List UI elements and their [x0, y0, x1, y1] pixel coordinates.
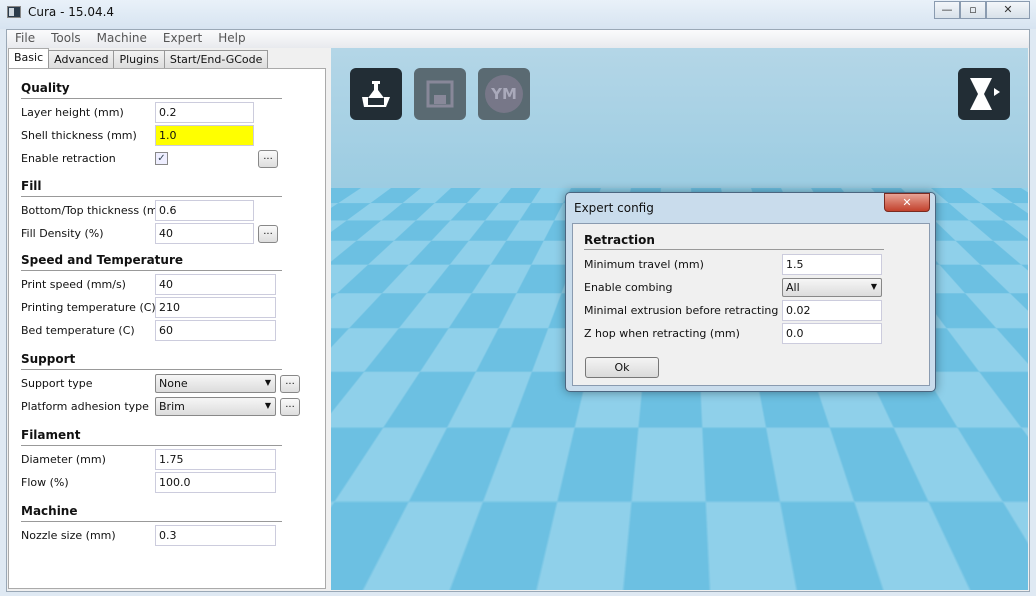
support-type-select[interactable]: None: [155, 374, 276, 393]
print-speed-mm-s-input[interactable]: 40: [155, 274, 276, 295]
layer-height-mm-label: Layer height (mm): [21, 106, 124, 119]
platform-adhesion-type-label: Platform adhesion type: [21, 400, 149, 413]
youmagine-icon: YM: [485, 75, 523, 113]
minimize-button[interactable]: —: [934, 1, 960, 19]
section-heading-fill: Fill: [21, 179, 42, 193]
tab-plugins[interactable]: Plugins: [113, 50, 165, 68]
dialog-body: Retraction Ok Minimum travel (mm) 1.5 Enab…: [572, 223, 930, 386]
load-model-button[interactable]: [350, 68, 402, 120]
diameter-mm-label: Diameter (mm): [21, 453, 106, 466]
youmagine-button[interactable]: YM: [478, 68, 530, 120]
print-speed-mm-s-label: Print speed (mm/s): [21, 278, 126, 291]
fill-density-more-button[interactable]: ...: [258, 225, 278, 243]
section-heading-support: Support: [21, 352, 76, 366]
enable-combing-label: Enable combing: [584, 281, 673, 294]
flow-input[interactable]: 100.0: [155, 472, 276, 493]
settings-tabs: Basic Advanced Plugins Start/End-GCode: [8, 48, 269, 68]
printing-temperature-c-label: Printing temperature (C): [21, 301, 156, 314]
tab-advanced[interactable]: Advanced: [48, 50, 115, 68]
menu-machine[interactable]: Machine: [89, 30, 155, 48]
enable-retraction-label: Enable retraction: [21, 152, 116, 165]
load-icon: [362, 81, 390, 107]
diameter-mm-input[interactable]: 1.75: [155, 449, 276, 470]
dialog-title: Expert config: [574, 201, 654, 215]
divider: [584, 249, 884, 250]
section-heading-quality: Quality: [21, 81, 70, 95]
ok-button[interactable]: Ok: [585, 357, 659, 378]
menu-help[interactable]: Help: [210, 30, 253, 48]
flow-label: Flow (%): [21, 476, 69, 489]
enable-retraction-checkbox[interactable]: ✓: [155, 152, 168, 165]
bed-temperature-c-label: Bed temperature (C): [21, 324, 135, 337]
section-divider: [21, 270, 282, 271]
save-gcode-button[interactable]: [414, 68, 466, 120]
section-divider: [21, 98, 282, 99]
dialog-close-button[interactable]: ✕: [884, 193, 930, 212]
support-type-label: Support type: [21, 377, 93, 390]
support-type-more-button[interactable]: ...: [280, 375, 300, 393]
close-button[interactable]: ✕: [986, 1, 1030, 19]
tab-basic[interactable]: Basic: [8, 48, 50, 68]
minimal-extrusion-before-retracting-mm-input[interactable]: 0.02: [782, 300, 882, 321]
menu-tools[interactable]: Tools: [43, 30, 89, 48]
platform-adhesion-type-select[interactable]: Brim: [155, 397, 276, 416]
section-divider: [21, 369, 282, 370]
section-heading-filament: Filament: [21, 428, 81, 442]
z-hop-when-retracting-mm-input[interactable]: 0.0: [782, 323, 882, 344]
retraction-heading: Retraction: [584, 233, 655, 247]
layer-height-mm-input[interactable]: 0.2: [155, 102, 254, 123]
enable-retraction-more-button[interactable]: ...: [258, 150, 278, 168]
title-bar: Cura - 15.04.4 — ▫ ✕: [0, 0, 1036, 29]
basic-settings-panel: Quality Layer height (mm) 0.2 Shell thickne…: [8, 68, 326, 589]
menu-expert[interactable]: Expert: [155, 30, 210, 48]
nozzle-size-mm-label: Nozzle size (mm): [21, 529, 116, 542]
section-heading-speed-and-temperature: Speed and Temperature: [21, 253, 183, 267]
view-mode-icon: [970, 78, 1000, 110]
bottom-top-thickness-mm-input[interactable]: 0.6: [155, 200, 254, 221]
tab-start-end-gcode[interactable]: Start/End-GCode: [163, 50, 269, 68]
section-heading-machine: Machine: [21, 504, 78, 518]
section-divider: [21, 521, 282, 522]
enable-combing-select[interactable]: All: [782, 278, 882, 297]
app-icon: [7, 6, 21, 18]
minimum-travel-mm-label: Minimum travel (mm): [584, 258, 704, 271]
window-title: Cura - 15.04.4: [28, 5, 115, 19]
expert-config-dialog: Expert config ✕ Retraction Ok Minimum tr…: [565, 192, 936, 392]
platform-adhesion-type-more-button[interactable]: ...: [280, 398, 300, 416]
shell-thickness-mm-input[interactable]: 1.0: [155, 125, 254, 146]
view-mode-button[interactable]: [958, 68, 1010, 120]
minimum-travel-mm-input[interactable]: 1.5: [782, 254, 882, 275]
maximize-button[interactable]: ▫: [960, 1, 986, 19]
bed-temperature-c-input[interactable]: 60: [155, 320, 276, 341]
menu-file[interactable]: File: [7, 30, 43, 48]
printing-temperature-c-input[interactable]: 210: [155, 297, 276, 318]
bottom-top-thickness-mm-label: Bottom/Top thickness (mm): [21, 204, 173, 217]
fill-density-label: Fill Density (%): [21, 227, 104, 240]
fill-density-input[interactable]: 40: [155, 223, 254, 244]
section-divider: [21, 196, 282, 197]
shell-thickness-mm-label: Shell thickness (mm): [21, 129, 137, 142]
menu-bar: File Tools Machine Expert Help: [7, 30, 1029, 48]
minimal-extrusion-before-retracting-mm-label: Minimal extrusion before retracting (mm): [584, 304, 812, 317]
nozzle-size-mm-input[interactable]: 0.3: [155, 525, 276, 546]
section-divider: [21, 445, 282, 446]
z-hop-when-retracting-mm-label: Z hop when retracting (mm): [584, 327, 740, 340]
save-icon: [426, 80, 454, 108]
